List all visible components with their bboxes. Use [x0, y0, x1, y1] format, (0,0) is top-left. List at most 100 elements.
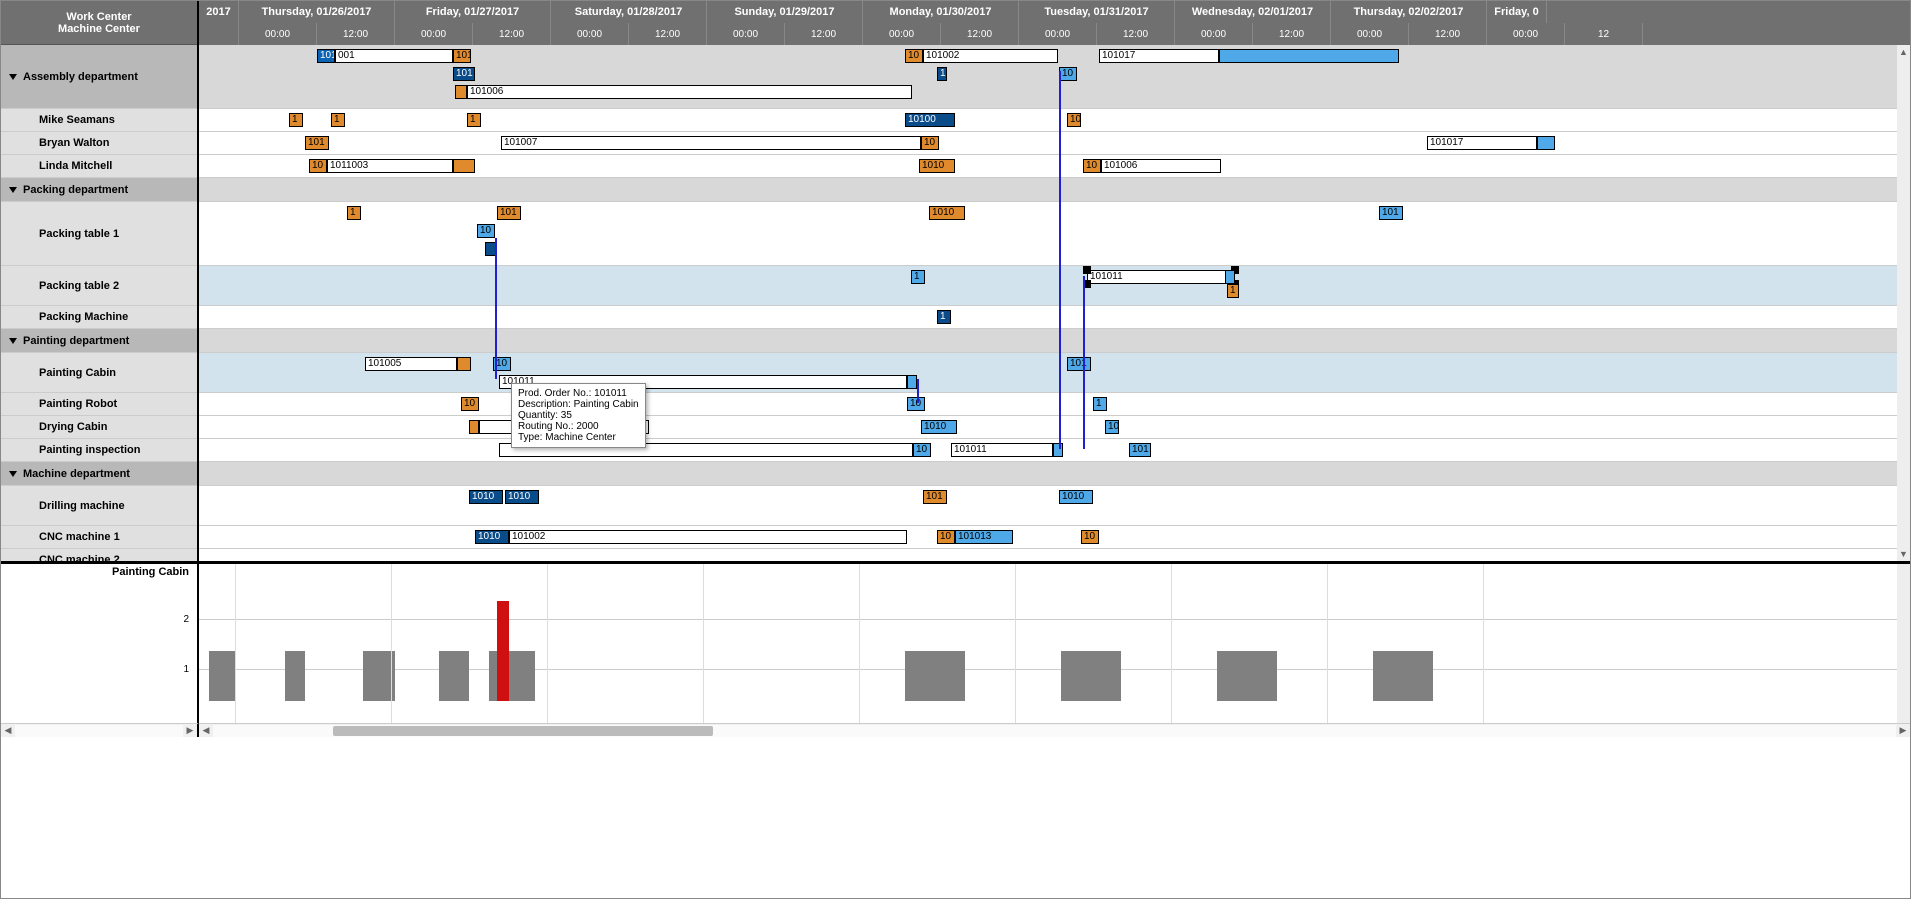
- resource-row-header[interactable]: CNC machine 2: [1, 549, 197, 561]
- gantt-bar[interactable]: [907, 375, 917, 389]
- gantt-bar[interactable]: 10: [1083, 159, 1101, 173]
- gantt-bar[interactable]: 10: [477, 224, 495, 238]
- gantt-bar[interactable]: 10: [309, 159, 327, 173]
- gantt-bar[interactable]: 101: [453, 67, 475, 81]
- gantt-bar[interactable]: 10: [921, 136, 939, 150]
- gantt-bar[interactable]: 10: [913, 443, 931, 457]
- gantt-bar[interactable]: [455, 85, 467, 99]
- gantt-bar[interactable]: 101007: [501, 136, 921, 150]
- gantt-bar[interactable]: 1: [937, 310, 951, 324]
- gantt-bar[interactable]: 1011003: [327, 159, 453, 173]
- gantt-bar[interactable]: [1053, 443, 1063, 457]
- grid-row: [199, 178, 1910, 202]
- gantt-bar[interactable]: 101: [317, 49, 335, 63]
- tree-hscroll[interactable]: ◀ ▶: [1, 723, 199, 737]
- gantt-bar[interactable]: 10100: [905, 113, 955, 127]
- resize-handle[interactable]: [1083, 266, 1091, 274]
- gantt-bar[interactable]: [1537, 136, 1555, 150]
- scroll-thumb[interactable]: [333, 726, 713, 736]
- gantt-bar[interactable]: 1: [937, 67, 947, 81]
- resource-row-header[interactable]: CNC machine 1: [1, 526, 197, 549]
- gantt-bar[interactable]: 1: [1227, 284, 1239, 298]
- scroll-track[interactable]: [213, 725, 1896, 737]
- gantt-bar[interactable]: [457, 357, 471, 371]
- gantt-bar[interactable]: [469, 420, 479, 434]
- gantt-bar[interactable]: 101011: [951, 443, 1053, 457]
- gantt-bar[interactable]: 101: [1067, 357, 1091, 371]
- department-row-header[interactable]: Assembly department: [1, 45, 197, 109]
- gantt-bar[interactable]: 10: [1067, 113, 1081, 127]
- gantt-bar[interactable]: 10: [1105, 420, 1119, 434]
- gantt-bar[interactable]: 101017: [1099, 49, 1219, 63]
- timeline-hscroll[interactable]: ◀ ▶: [199, 723, 1910, 737]
- scroll-right-button[interactable]: ▶: [183, 724, 197, 738]
- resource-row-header[interactable]: Painting Robot: [1, 393, 197, 416]
- resource-row-header[interactable]: Painting Cabin: [1, 353, 197, 393]
- vertical-scrollbar[interactable]: [1897, 45, 1910, 561]
- gantt-bar[interactable]: 101002: [509, 530, 907, 544]
- gantt-bar[interactable]: 101006: [467, 85, 912, 99]
- gantt-bar[interactable]: 101005: [365, 357, 457, 371]
- gantt-bar[interactable]: 101002: [923, 49, 1058, 63]
- gantt-bar[interactable]: 10: [907, 397, 925, 411]
- gantt-bar[interactable]: 101013: [955, 530, 1013, 544]
- resource-row-header[interactable]: Packing table 2: [1, 266, 197, 306]
- gantt-bar[interactable]: [1219, 49, 1399, 63]
- department-row-header[interactable]: Painting department: [1, 329, 197, 353]
- resource-row-header[interactable]: Drying Cabin: [1, 416, 197, 439]
- gantt-bar[interactable]: 10: [937, 530, 955, 544]
- gantt-bar[interactable]: 1: [1093, 397, 1107, 411]
- collapse-icon[interactable]: [9, 338, 17, 344]
- gantt-bar[interactable]: 101: [1379, 206, 1403, 220]
- gantt-bar[interactable]: 1010: [475, 530, 509, 544]
- gantt-bar[interactable]: 1: [331, 113, 345, 127]
- gantt-bar[interactable]: 101: [305, 136, 329, 150]
- gantt-bar[interactable]: 101011: [1087, 270, 1235, 284]
- gantt-bar[interactable]: 1010: [1059, 490, 1093, 504]
- gantt-bar[interactable]: 101: [497, 206, 521, 220]
- department-row-header[interactable]: Packing department: [1, 178, 197, 202]
- gantt-bar[interactable]: 1010: [921, 420, 957, 434]
- gantt-bar[interactable]: 1010: [929, 206, 965, 220]
- scroll-track[interactable]: [15, 725, 183, 737]
- gantt-bar[interactable]: 1010: [505, 490, 539, 504]
- gantt-bar[interactable]: 1010: [453, 49, 471, 63]
- gantt-bar[interactable]: 10: [1081, 530, 1099, 544]
- resource-row-header[interactable]: Drilling machine: [1, 486, 197, 526]
- gantt-bar[interactable]: 1010: [919, 159, 955, 173]
- gantt-bar[interactable]: 101: [1129, 443, 1151, 457]
- resize-handle[interactable]: [1083, 280, 1091, 288]
- department-row-header[interactable]: Machine department: [1, 462, 197, 486]
- gantt-bar[interactable]: 001: [335, 49, 453, 63]
- gantt-bar[interactable]: 1: [911, 270, 925, 284]
- resource-row-header[interactable]: Packing Machine: [1, 306, 197, 329]
- gantt-bar[interactable]: 10: [461, 397, 479, 411]
- gantt-bar[interactable]: 1: [467, 113, 481, 127]
- scroll-right-button[interactable]: ▶: [1896, 724, 1910, 738]
- resource-row-header[interactable]: Bryan Walton: [1, 132, 197, 155]
- gantt-bar[interactable]: 1: [289, 113, 303, 127]
- scroll-left-button[interactable]: ◀: [199, 724, 213, 738]
- gantt-grid[interactable]: Work DateDue Date10100110101011010100211…: [199, 45, 1910, 561]
- gantt-bar[interactable]: 10: [1059, 67, 1077, 81]
- resource-row-header[interactable]: Painting inspection: [1, 439, 197, 462]
- scroll-up-button[interactable]: ▲: [1897, 45, 1910, 59]
- gantt-bar[interactable]: [1225, 270, 1235, 284]
- gantt-bar[interactable]: 10: [905, 49, 923, 63]
- resource-row-header[interactable]: Packing table 1: [1, 202, 197, 266]
- gantt-bar[interactable]: 10: [493, 357, 511, 371]
- gantt-bar[interactable]: 1: [347, 206, 361, 220]
- collapse-icon[interactable]: [9, 471, 17, 477]
- gantt-bar[interactable]: 101006: [1101, 159, 1221, 173]
- gantt-bar[interactable]: 1010: [469, 490, 503, 504]
- scroll-left-button[interactable]: ◀: [1, 724, 15, 738]
- gantt-bar[interactable]: [485, 242, 497, 256]
- gantt-bar[interactable]: 101017: [1427, 136, 1537, 150]
- resource-row-header[interactable]: Mike Seamans: [1, 109, 197, 132]
- collapse-icon[interactable]: [9, 74, 17, 80]
- scroll-down-button[interactable]: ▼: [1897, 547, 1910, 561]
- collapse-icon[interactable]: [9, 187, 17, 193]
- resource-row-header[interactable]: Linda Mitchell: [1, 155, 197, 178]
- gantt-bar[interactable]: [453, 159, 475, 173]
- gantt-bar[interactable]: 101: [923, 490, 947, 504]
